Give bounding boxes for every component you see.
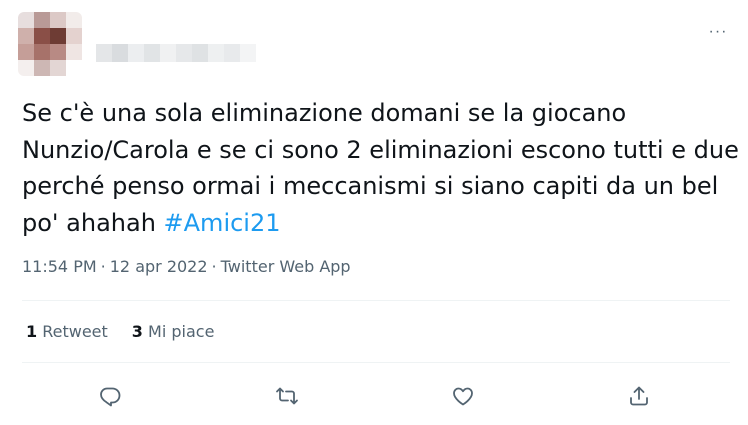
meta-separator: · — [100, 257, 106, 276]
tweet-text: Se c'è una sola eliminazione domani se l… — [22, 95, 740, 241]
avatar[interactable] — [18, 12, 82, 76]
retweet-button[interactable] — [269, 378, 305, 414]
likes-label: Mi piace — [148, 322, 215, 341]
retweets-stat[interactable]: 1 Retweet — [26, 322, 108, 341]
divider — [22, 362, 730, 363]
like-button[interactable] — [445, 378, 481, 414]
reply-button[interactable] — [92, 378, 128, 414]
reply-icon — [100, 387, 121, 407]
likes-stat[interactable]: 3 Mi piace — [132, 322, 215, 341]
tweet-meta: 11:54 PM · 12 apr 2022 · Twitter Web App — [22, 257, 351, 276]
more-options-icon[interactable]: ··· — [700, 20, 736, 44]
retweets-count: 1 — [26, 322, 38, 341]
divider — [22, 300, 730, 301]
tweet-body: Se c'è una sola eliminazione domani se l… — [22, 99, 739, 237]
retweet-icon — [276, 387, 298, 405]
tweet-header: ··· — [0, 0, 748, 90]
share-button[interactable] — [621, 378, 657, 414]
user-name-blurred[interactable] — [96, 44, 256, 62]
tweet-stats: 1 Retweet 3 Mi piace — [26, 322, 214, 341]
tweet-actions — [0, 377, 748, 417]
tweet-time[interactable]: 11:54 PM — [22, 257, 97, 276]
retweets-label: Retweet — [42, 322, 108, 341]
hashtag-link[interactable]: #Amici21 — [164, 209, 281, 237]
tweet-source[interactable]: Twitter Web App — [221, 257, 351, 276]
likes-count: 3 — [131, 322, 143, 341]
share-icon — [630, 386, 648, 406]
like-icon — [453, 387, 473, 406]
tweet-date[interactable]: 12 apr 2022 — [110, 257, 208, 276]
meta-separator: · — [211, 257, 217, 276]
